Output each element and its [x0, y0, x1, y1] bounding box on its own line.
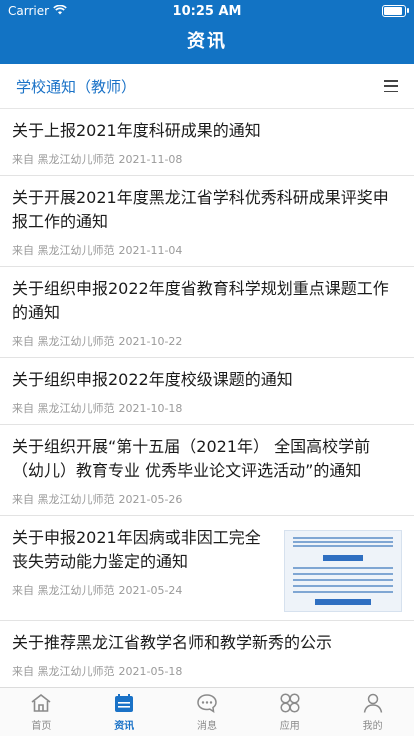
news-date: 2021-10-18 [118, 402, 183, 415]
list-item[interactable]: 关于推荐黑龙江省教学名师和教学新秀的公示来自 黑龙江幼儿师范 2021-05-18 [0, 621, 414, 687]
tab-message[interactable]: 消息 [166, 688, 249, 736]
news-icon [112, 692, 136, 714]
news-source: 来自 黑龙江幼儿师范 [12, 244, 115, 257]
news-date: 2021-05-18 [118, 665, 183, 678]
message-icon [195, 692, 219, 714]
tab-apps[interactable]: 应用 [248, 688, 331, 736]
list-item[interactable]: 关于申报2021年因病或非因工完全丧失劳动能力鉴定的通知来自 黑龙江幼儿师范 20… [0, 516, 414, 621]
list-item[interactable]: 关于组织申报2022年度校级课题的通知来自 黑龙江幼儿师范 2021-10-18 [0, 358, 414, 425]
list-item[interactable]: 关于开展2021年度黑龙江省学科优秀科研成果评奖申报工作的通知来自 黑龙江幼儿师… [0, 176, 414, 267]
tab-label: 我的 [362, 721, 383, 732]
tab-bar: 首页 资讯 消息 应用 我的 [0, 687, 414, 736]
news-title: 关于申报2021年因病或非因工完全丧失劳动能力鉴定的通知 [12, 528, 261, 571]
news-source: 来自 黑龙江幼儿师范 [12, 335, 115, 348]
news-date: 2021-05-26 [118, 493, 183, 506]
menu-icon[interactable] [384, 80, 398, 92]
apps-icon [278, 692, 302, 714]
section-title[interactable]: 学校通知（教师） [16, 76, 136, 97]
news-title: 关于组织申报2022年度省教育科学规划重点课题工作的通知 [12, 279, 389, 322]
news-list: 关于上报2021年度科研成果的通知 来自 黑龙江幼儿师范 2021-11-08 关于开… [0, 109, 414, 687]
battery-icon [382, 5, 409, 17]
section-header: 学校通知（教师） [0, 64, 414, 109]
news-meta: 来自 黑龙江幼儿师范 2021-11-04 [12, 242, 402, 258]
top-bar: Carrier 10:25 AM 资讯 [0, 0, 414, 64]
news-title: 关于推荐黑龙江省教学名师和教学新秀的公示 [12, 633, 333, 652]
clock: 10:25 AM [172, 3, 242, 19]
list-item[interactable]: 关于组织开展“第十五届（2021年） 全国高校学前（幼儿）教育专业 优秀毕业论文… [0, 425, 414, 516]
list-item[interactable]: 关于上报2021年度科研成果的通知来自 黑龙江幼儿师范 2021-11-08 [0, 109, 414, 176]
tab-label: 资讯 [114, 721, 135, 732]
news-meta: 来自 黑龙江幼儿师范 2021-05-24 [12, 582, 274, 598]
tab-profile[interactable]: 我的 [331, 688, 414, 736]
tab-news[interactable]: 资讯 [83, 688, 166, 736]
news-source: 来自 黑龙江幼儿师范 [12, 665, 115, 678]
news-title: 关于组织开展“第十五届（2021年） 全国高校学前（幼儿）教育专业 优秀毕业论文… [12, 437, 371, 480]
news-source: 来自 黑龙江幼儿师范 [12, 584, 115, 597]
news-meta: 来自 黑龙江幼儿师范 2021-10-22 [12, 333, 402, 349]
news-title: 关于上报2021年度科研成果的通知 [12, 121, 261, 140]
tab-label: 首页 [31, 721, 52, 732]
status-bar: Carrier 10:25 AM [0, 0, 414, 22]
news-source: 来自 黑龙江幼儿师范 [12, 153, 115, 166]
list-item[interactable]: 关于组织申报2022年度省教育科学规划重点课题工作的通知来自 黑龙江幼儿师范 20… [0, 267, 414, 358]
news-source: 来自 黑龙江幼儿师范 [12, 402, 115, 415]
profile-icon [361, 692, 385, 714]
news-meta: 来自 黑龙江幼儿师范 2021-11-08 [12, 151, 402, 167]
tab-home[interactable]: 首页 [0, 688, 83, 736]
news-date: 2021-11-04 [118, 244, 183, 257]
news-meta: 来自 黑龙江幼儿师范 2021-05-26 [12, 491, 402, 507]
news-source: 来自 黑龙江幼儿师范 [12, 493, 115, 506]
news-date: 2021-05-24 [118, 584, 183, 597]
news-date: 2021-11-08 [118, 153, 183, 166]
news-title: 关于开展2021年度黑龙江省学科优秀科研成果评奖申报工作的通知 [12, 188, 389, 231]
page-title: 资讯 [187, 31, 227, 52]
news-thumbnail [284, 530, 402, 612]
news-meta: 来自 黑龙江幼儿师范 2021-10-18 [12, 400, 402, 416]
home-icon [29, 692, 53, 714]
tab-label: 消息 [196, 721, 217, 732]
news-date: 2021-10-22 [118, 335, 183, 348]
news-meta: 来自 黑龙江幼儿师范 2021-05-18 [12, 663, 402, 679]
tab-label: 应用 [279, 721, 300, 732]
news-title: 关于组织申报2022年度校级课题的通知 [12, 370, 293, 389]
